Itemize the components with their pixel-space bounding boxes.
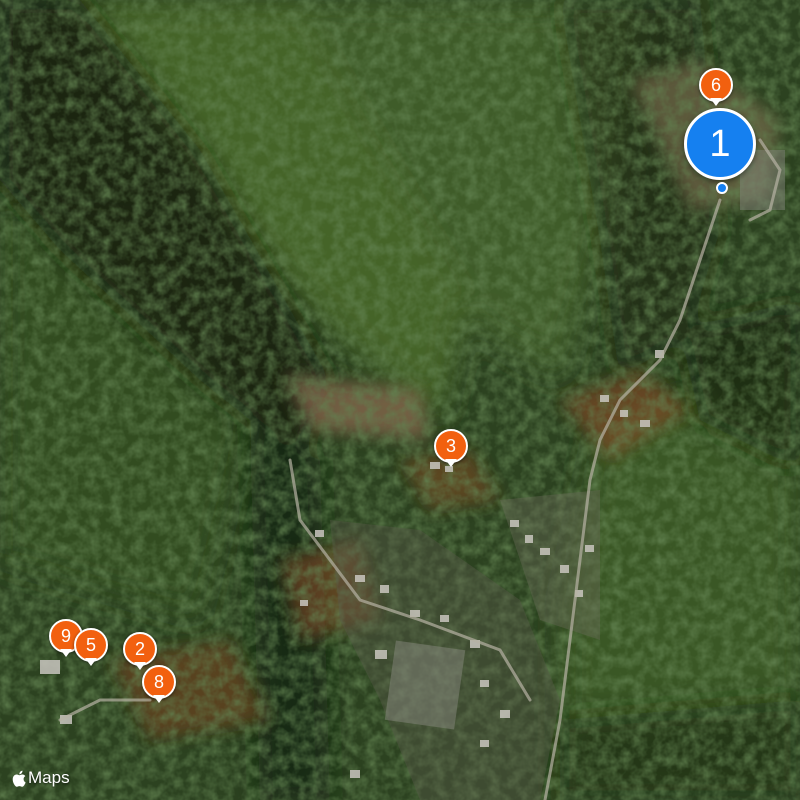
map-pin-6[interactable]: 6 bbox=[699, 68, 733, 106]
map-pin-1[interactable]: 1 bbox=[684, 108, 756, 194]
maps-attribution-label: Maps bbox=[28, 768, 70, 787]
pin-1-location-dot-icon bbox=[716, 182, 728, 194]
map-pin-8[interactable]: 8 bbox=[142, 665, 176, 703]
pin-1-label: 1 bbox=[684, 108, 756, 180]
apple-logo-icon bbox=[12, 770, 26, 787]
map-pin-3[interactable]: 3 bbox=[434, 429, 468, 467]
maps-attribution[interactable]: Maps bbox=[12, 768, 70, 788]
pin-5-label: 5 bbox=[74, 628, 108, 662]
pin-8-label: 8 bbox=[142, 665, 176, 699]
map-pin-5[interactable]: 5 bbox=[74, 628, 108, 666]
map-canvas[interactable]: 1 6 3 2 8 9 5 Maps bbox=[0, 0, 800, 800]
map-pin-2[interactable]: 2 bbox=[123, 632, 157, 670]
pin-6-label: 6 bbox=[699, 68, 733, 102]
satellite-imagery bbox=[0, 0, 800, 800]
pin-3-label: 3 bbox=[434, 429, 468, 463]
pin-2-label: 2 bbox=[123, 632, 157, 666]
